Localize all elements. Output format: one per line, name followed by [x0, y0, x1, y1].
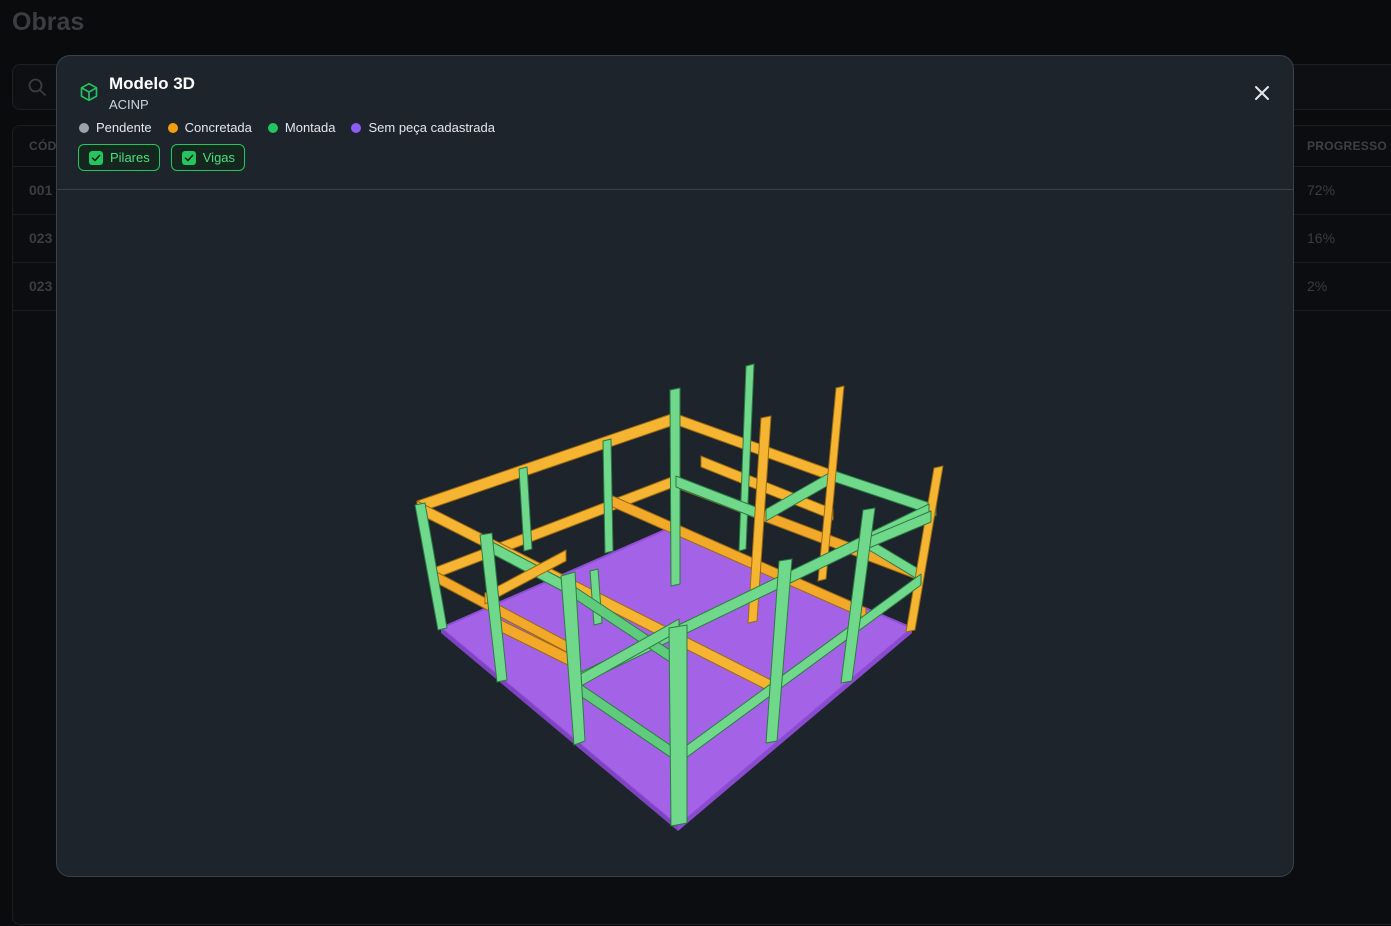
- legend-label: Concretada: [184, 120, 252, 135]
- modal-title: Modelo 3D: [109, 74, 195, 93]
- row-progress: 72%: [1307, 182, 1336, 198]
- pillar-montada: [668, 624, 688, 827]
- row-code: 023: [29, 230, 53, 246]
- pillar-concretada: [905, 465, 944, 633]
- modal-header: Modelo 3D ACINP Pendente Concretada Mont…: [57, 56, 1293, 190]
- pillar-montada: [738, 363, 755, 552]
- row-progress: 16%: [1307, 230, 1336, 246]
- element-filters: Pilares Vigas: [78, 144, 246, 171]
- page-title: Obras: [12, 8, 85, 36]
- cube-icon: [80, 82, 98, 102]
- legend-item-pendente: Pendente: [79, 120, 152, 135]
- legend-item-concretada: Concretada: [167, 120, 252, 135]
- legend-dot: [351, 122, 362, 133]
- status-legend: Pendente Concretada Montada Sem peça cad…: [79, 120, 495, 135]
- legend-dot: [79, 122, 89, 133]
- 3d-model-canvas[interactable]: [57, 190, 1294, 877]
- close-icon: [1255, 86, 1269, 100]
- row-code: 023: [29, 278, 53, 294]
- column-header-code[interactable]: CÓD: [29, 139, 57, 153]
- 3d-viewport[interactable]: [57, 190, 1294, 877]
- pillar-montada: [602, 438, 614, 554]
- legend-label: Pendente: [96, 120, 152, 135]
- row-progress: 2%: [1307, 278, 1328, 294]
- filter-vigas-toggle[interactable]: Vigas: [170, 144, 246, 171]
- filter-label: Vigas: [202, 150, 236, 165]
- row-code: 001: [29, 182, 53, 198]
- column-header-progress[interactable]: PROGRESSO: [1307, 139, 1387, 153]
- filter-pilares-toggle[interactable]: Pilares: [78, 144, 160, 171]
- legend-dot: [167, 122, 178, 133]
- modelo-3d-modal: Modelo 3D ACINP Pendente Concretada Mont…: [56, 55, 1294, 877]
- filter-label: Pilares: [110, 150, 150, 165]
- checkbox-checked-icon: [89, 150, 103, 165]
- legend-label: Montada: [284, 120, 336, 135]
- modal-subtitle: ACINP: [109, 97, 149, 112]
- search-icon: [28, 78, 46, 96]
- legend-item-montada: Montada: [267, 120, 336, 135]
- checkbox-checked-icon: [181, 150, 196, 165]
- close-button[interactable]: [1247, 78, 1277, 108]
- legend-item-sem-peca: Sem peça cadastrada: [351, 120, 495, 135]
- legend-dot: [267, 122, 278, 133]
- legend-label: Sem peça cadastrada: [368, 120, 495, 135]
